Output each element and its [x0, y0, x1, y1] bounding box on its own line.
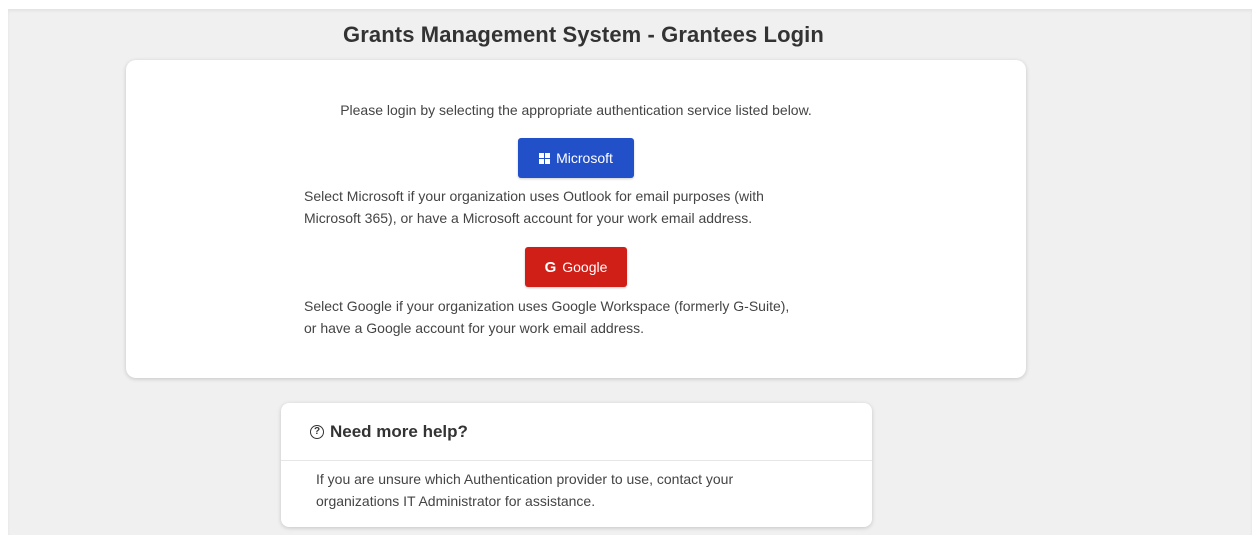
login-card: Please login by selecting the appropriat…: [126, 60, 1026, 378]
microsoft-description-line: Microsoft 365), or have a Microsoft acco…: [304, 210, 753, 226]
google-description: Select Google if your organization uses …: [304, 295, 864, 339]
microsoft-login-button[interactable]: Microsoft: [518, 138, 634, 178]
login-instructions: Please login by selecting the appropriat…: [340, 102, 812, 118]
google-login-button[interactable]: G Google: [525, 247, 627, 287]
page-background: Grants Management System - Grantees Logi…: [8, 9, 1252, 535]
help-title: Need more help?: [330, 421, 468, 441]
microsoft-description: Select Microsoft if your organization us…: [304, 185, 864, 229]
help-body: If you are unsure which Authentication p…: [281, 461, 872, 512]
microsoft-logo-icon: [539, 152, 551, 164]
help-body-line: organizations IT Administrator for assis…: [316, 493, 596, 509]
google-login-label: Google: [562, 259, 608, 275]
help-header: ? Need more help?: [281, 403, 872, 461]
microsoft-login-label: Microsoft: [556, 150, 613, 166]
google-description-line: Select Google if your organization uses …: [304, 298, 790, 314]
microsoft-description-line: Select Microsoft if your organization us…: [304, 188, 764, 204]
help-card: ? Need more help? If you are unsure whic…: [281, 403, 872, 527]
google-logo-icon: G: [544, 258, 557, 276]
question-circle-icon: ?: [310, 424, 324, 439]
google-description-line: or have a Google account for your work e…: [304, 320, 645, 336]
page-title: Grants Management System - Grantees Logi…: [343, 22, 824, 47]
help-body-line: If you are unsure which Authentication p…: [316, 471, 734, 487]
